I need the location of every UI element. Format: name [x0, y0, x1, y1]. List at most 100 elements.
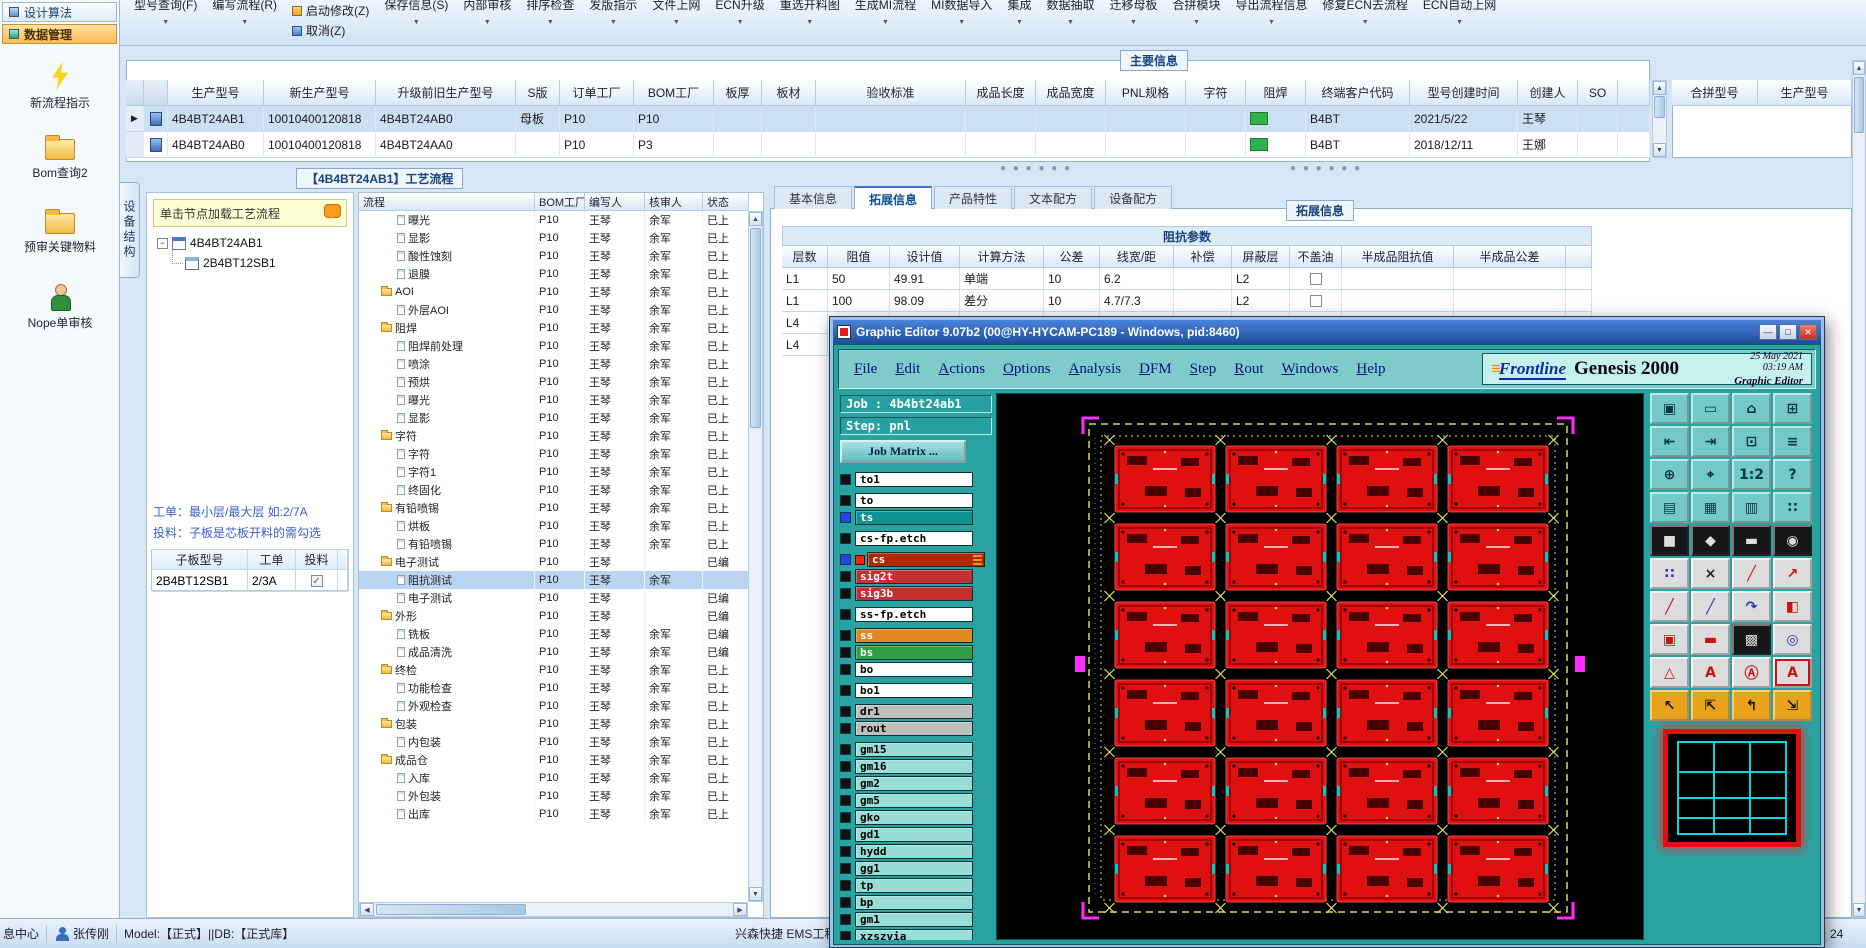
grid-column-header[interactable]: 终端客户代码 [1306, 80, 1410, 106]
grid-column-header[interactable]: 订单工厂 [560, 80, 634, 106]
arc-icon[interactable]: ↷ [1732, 591, 1771, 622]
grid-column-header[interactable]: 升级前旧生产型号 [376, 80, 516, 106]
impedance-column-header[interactable]: 线宽/距 [1100, 246, 1174, 268]
status-message-center[interactable]: 息中心 [0, 925, 39, 942]
grid-icon[interactable]: ▦ [1691, 492, 1730, 523]
toolbar-button[interactable]: 修复ECN去流程 ▼ [1323, 0, 1408, 27]
zoom-box-icon[interactable]: ⊡ [1732, 426, 1771, 457]
line-dot-icon[interactable]: ╱ [1732, 558, 1771, 589]
cursor-select-icon[interactable]: ⇱ [1691, 690, 1730, 721]
uncovered-checkbox[interactable] [1309, 272, 1322, 285]
maximize-icon[interactable]: □ [1779, 324, 1797, 340]
half-fill-icon[interactable]: ◧ [1773, 591, 1812, 622]
flow-column-header[interactable]: BOM工厂 [535, 193, 585, 211]
layer-checkbox[interactable] [840, 685, 851, 696]
layer-row-to1[interactable]: to1 [840, 472, 992, 487]
clipboard-page-icon[interactable]: ▣ [1650, 393, 1689, 424]
impedance-column-header[interactable]: 半成品阻抗值 [1342, 246, 1454, 268]
toolbar-button[interactable]: 取消(Z) [292, 22, 369, 39]
scroll-left-icon[interactable]: ◀ [360, 903, 374, 916]
overview-pane[interactable] [1663, 729, 1801, 847]
sidebar-item[interactable]: Nope单审核 [0, 284, 120, 331]
hatch-region-icon[interactable]: ▩ [1732, 624, 1771, 655]
layer-checkbox[interactable] [840, 863, 851, 874]
toolbar-button[interactable]: 重选开料图 ▼ [780, 0, 840, 27]
toolbar-button[interactable]: 集成 ▼ [1007, 0, 1031, 27]
grid-column-header[interactable]: 字符 [1186, 80, 1246, 106]
collapse-icon[interactable]: − [157, 237, 168, 249]
layer-row-ss-fp.etch[interactable]: ss-fp.etch [840, 607, 992, 622]
layer-row-rout[interactable]: rout [840, 721, 992, 736]
layer-checkbox[interactable] [840, 795, 851, 806]
toolbar-button[interactable]: 文件上网 ▼ [652, 0, 700, 27]
toolbar-button[interactable]: 内部审核 ▼ [463, 0, 511, 27]
flow-row[interactable]: 功能检查 P10 王琴 余军 已上 [359, 679, 749, 697]
job-matrix-button[interactable]: Job Matrix ... [840, 440, 966, 463]
toolbar-button[interactable]: 合拼模块 ▼ [1172, 0, 1220, 27]
pads-icon[interactable]: ∷ [1650, 558, 1689, 589]
scroll-down-icon[interactable]: ▼ [749, 887, 762, 901]
layer-row-tp[interactable]: tp [840, 878, 992, 893]
flow-row[interactable]: 终固化 P10 王琴 余军 已上 [359, 481, 749, 499]
subboard-table-row[interactable]: 2B4BT12SB1 2/3A ✓ [152, 570, 348, 592]
flow-row[interactable]: 退膜 P10 王琴 余军 已上 [359, 265, 749, 283]
layer-row-bp[interactable]: bp [840, 895, 992, 910]
impedance-column-header[interactable]: 阻值 [828, 246, 890, 268]
zoom-1-2-icon[interactable]: 1:2 [1732, 459, 1771, 490]
flow-row[interactable]: 曝光 P10 王琴 余军 已上 [359, 211, 749, 229]
toolbar-button[interactable]: 启动修改(Z) [292, 2, 369, 19]
flow-row[interactable]: 成品清洗 P10 王琴 余军 已编 [359, 643, 749, 661]
flow-row[interactable]: 有铅喷锡 P10 王琴 余军 已上 [359, 499, 749, 517]
grid-column-header[interactable]: 创建人 [1518, 80, 1578, 106]
scroll-right-icon[interactable]: ▶ [733, 903, 747, 916]
layer-checkbox[interactable] [840, 812, 851, 823]
grid-column-header[interactable]: S版 [516, 80, 560, 106]
help-icon[interactable]: ? [1773, 459, 1812, 490]
layer-row-gg1[interactable]: gg1 [840, 861, 992, 876]
tree-node-child[interactable]: 2B4BT12SB1 [147, 250, 353, 273]
tab-基本信息[interactable]: 基本信息 [774, 186, 853, 209]
layer-checkbox[interactable] [840, 931, 851, 940]
grid-column-header[interactable]: 型号创建时间 [1410, 80, 1518, 106]
menu-windows[interactable]: Windows [1272, 359, 1347, 380]
flow-column-header[interactable]: 编写人 [585, 193, 645, 211]
layer-row-cs-fp.etch[interactable]: cs-fp.etch [840, 531, 992, 546]
scroll-thumb[interactable] [750, 228, 761, 428]
scroll-thumb[interactable] [1854, 77, 1864, 133]
layer-row-gd1[interactable]: gd1 [840, 827, 992, 842]
flow-row[interactable]: 喷涂 P10 王琴 余军 已上 [359, 355, 749, 373]
grid-column-header[interactable]: 生产型号 [1758, 80, 1852, 106]
layer-checkbox[interactable] [840, 914, 851, 925]
layer-checkbox[interactable] [840, 778, 851, 789]
feed-checkbox[interactable]: ✓ [310, 574, 323, 587]
layer-row-sig3b[interactable]: sig3b [840, 586, 992, 601]
editor-canvas[interactable] [996, 393, 1644, 940]
toolbar-button[interactable]: ECN升级 ▼ [715, 0, 764, 27]
menu-step[interactable]: Step [1181, 359, 1226, 380]
flow-row[interactable]: 显影 P10 王琴 余军 已上 [359, 229, 749, 247]
scroll-thumb[interactable] [376, 904, 526, 915]
menu-edit[interactable]: Edit [886, 359, 929, 380]
grid-column-header[interactable]: 合拼型号 [1672, 80, 1758, 106]
toolbar-button[interactable]: 保存信息(S) ▼ [384, 0, 448, 27]
tab-设备配方[interactable]: 设备配方 [1094, 186, 1173, 209]
main-grid-scrollbar[interactable]: ▲ ▼ [1652, 80, 1667, 158]
layer-checkbox[interactable] [840, 846, 851, 857]
table-row[interactable]: 4B4BT24AB0 10010400120818 4B4BT24AA0 P10 P3 B… [126, 132, 1650, 158]
scroll-up-icon[interactable]: ▲ [1653, 81, 1666, 95]
grid-column-header[interactable]: PNL规格 [1106, 80, 1186, 106]
impedance-row[interactable]: L1 50 49.91 单端 10 6.2 L2 [782, 268, 1592, 290]
menu-help[interactable]: Help [1347, 359, 1394, 380]
layer-row-gm1[interactable]: gm1 [840, 912, 992, 927]
flow-row[interactable]: 阻抗测试 P10 王琴 余军 [359, 571, 749, 589]
flow-row[interactable]: 字符1 P10 王琴 余军 已上 [359, 463, 749, 481]
pcb-panel-drawing[interactable] [997, 394, 1651, 948]
layer-row-dr1[interactable]: dr1 [840, 704, 992, 719]
toolbar-button[interactable]: 发版指示 ▼ [589, 0, 637, 27]
layer-checkbox[interactable] [840, 630, 851, 641]
toolbar-button[interactable]: 生成MI流程 ▼ [855, 0, 916, 27]
flow-row[interactable]: 曝光 P10 王琴 余军 已上 [359, 391, 749, 409]
tab-文本配方[interactable]: 文本配方 [1014, 186, 1093, 209]
subtract-icon[interactable]: ▬ [1691, 624, 1730, 655]
flow-row[interactable]: 烘板 P10 王琴 余军 已上 [359, 517, 749, 535]
